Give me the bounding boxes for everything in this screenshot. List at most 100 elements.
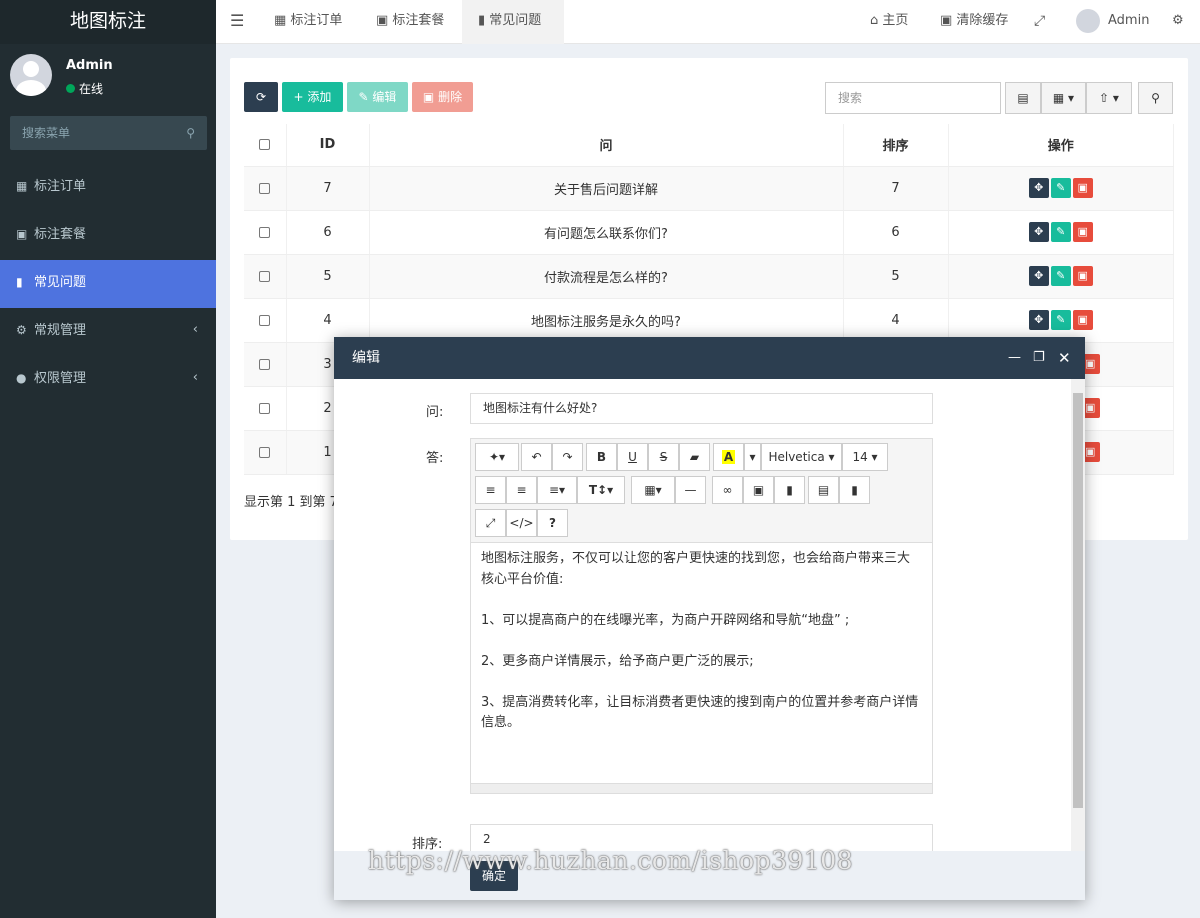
search-icon[interactable]: ⚲ [186, 116, 195, 150]
modal-scrollbar[interactable] [1071, 379, 1085, 851]
table-row[interactable]: 7 关于售后问题详解 7 ✥ ✎ ▣ [244, 166, 1174, 211]
bold-icon[interactable]: B [586, 443, 617, 471]
tab-faq[interactable]: ▮ 常见问题 [462, 0, 564, 44]
table-row[interactable]: 5 付款流程是怎么样的? 5 ✥ ✎ ▣ [244, 254, 1174, 299]
drag-icon[interactable]: ✥ [1028, 222, 1049, 242]
refresh-button[interactable]: ⟳ [244, 82, 278, 112]
row-checkbox-cell[interactable] [244, 166, 287, 211]
edit-icon[interactable]: ✎ [1050, 310, 1071, 330]
image-icon[interactable]: ▣ [743, 476, 774, 504]
drag-icon[interactable]: ✥ [1028, 310, 1049, 330]
sidebar-item-faq[interactable]: ▮ 常见问题 [0, 260, 216, 308]
row-checkbox-cell[interactable] [244, 254, 287, 299]
select-all-checkbox-cell[interactable] [244, 124, 287, 167]
search-button[interactable]: ⚲ [1138, 82, 1173, 114]
font-size-select[interactable]: 14 ▾ [842, 443, 888, 471]
link-icon[interactable]: ∞ [712, 476, 743, 504]
code-view-icon[interactable]: </> [506, 509, 537, 537]
export-button[interactable]: ⇧ ▾ [1086, 82, 1132, 114]
checkbox[interactable] [259, 139, 271, 151]
eraser-icon[interactable]: ▰ [679, 443, 710, 471]
toggle-view-button[interactable]: ▤ [1005, 82, 1041, 114]
sidebar-item-general[interactable]: ⚙ 常规管理 ‹ [0, 308, 216, 356]
col-sort[interactable]: 排序 [843, 124, 949, 167]
strikethrough-icon[interactable]: S [648, 443, 679, 471]
horizontal-rule-icon[interactable]: — [675, 476, 706, 504]
delete-button[interactable]: ▣ 删除 [412, 82, 473, 112]
drag-icon[interactable]: ✥ [1028, 266, 1049, 286]
checkbox[interactable] [259, 270, 271, 282]
edit-button[interactable]: ✎ 编辑 [347, 82, 408, 112]
row-checkbox-cell[interactable] [244, 430, 287, 475]
table-row[interactable]: 4 地图标注服务是永久的吗? 4 ✥ ✎ ▣ [244, 298, 1174, 343]
modal-header[interactable]: 编辑 — ❐ ✕ [334, 337, 1085, 379]
col-question[interactable]: 问 [369, 124, 844, 167]
align-icon[interactable]: ≡▾ [537, 476, 577, 504]
editor-resize-handle[interactable] [471, 783, 932, 793]
clear-cache-button[interactable]: ▣ 清除缓存 [940, 0, 1008, 44]
upload-image-icon[interactable]: ▤ [808, 476, 839, 504]
maximize-icon[interactable]: ❐ [1033, 337, 1045, 379]
row-checkbox-cell[interactable] [244, 386, 287, 431]
sidebar-item-orders[interactable]: ▦ 标注订单 [0, 164, 216, 212]
trash-icon[interactable]: ▣ [1072, 266, 1093, 286]
checkbox[interactable] [259, 182, 271, 194]
row-checkbox-cell[interactable] [244, 298, 287, 343]
ordered-list-icon[interactable]: ≡ [506, 476, 537, 504]
scrollbar-thumb[interactable] [1073, 393, 1083, 808]
checkbox[interactable] [259, 402, 271, 414]
question-input[interactable]: 地图标注有什么好处? [470, 393, 933, 424]
home-icon: ⌂ [870, 13, 883, 28]
font-color-icon[interactable]: A [713, 443, 744, 471]
redo-icon[interactable]: ↷ [552, 443, 583, 471]
table-icon[interactable]: ▦▾ [631, 476, 675, 504]
columns-button[interactable]: ▦ ▾ [1041, 82, 1086, 114]
undo-icon[interactable]: ↶ [521, 443, 552, 471]
minimize-icon[interactable]: — [1008, 337, 1021, 379]
app-logo[interactable]: 地图标注 [0, 0, 216, 44]
menu-search-input[interactable]: 搜索菜单 ⚲ [10, 116, 207, 150]
checkbox[interactable] [259, 358, 271, 370]
help-icon[interactable]: ? [537, 509, 568, 537]
sidebar-item-packages[interactable]: ▣ 标注套餐 [0, 212, 216, 260]
tab-packages[interactable]: ▣ 标注套餐 [364, 0, 456, 44]
menu-toggle-icon[interactable]: ☰ [230, 0, 244, 44]
table-search-input[interactable]: 搜索 [825, 82, 1001, 114]
drag-icon[interactable]: ✥ [1028, 178, 1049, 198]
edit-icon[interactable]: ✎ [1050, 222, 1071, 242]
unordered-list-icon[interactable]: ≡ [475, 476, 506, 504]
cell-sort: 5 [843, 254, 949, 299]
edit-label: 编辑 [372, 90, 397, 104]
magic-icon[interactable]: ✦▾ [475, 443, 519, 471]
col-id[interactable]: ID [286, 124, 370, 167]
checkbox[interactable] [259, 446, 271, 458]
checkbox[interactable] [259, 314, 271, 326]
fullscreen-icon[interactable]: ⤢ [475, 509, 506, 537]
row-checkbox-cell[interactable] [244, 210, 287, 255]
sidebar-item-permissions[interactable]: ● 权限管理 ‹ [0, 356, 216, 404]
close-icon[interactable]: ✕ [1058, 337, 1071, 379]
edit-icon[interactable]: ✎ [1050, 178, 1071, 198]
edit-icon[interactable]: ✎ [1050, 266, 1071, 286]
video-icon[interactable]: ▮ [774, 476, 805, 504]
checkbox[interactable] [259, 226, 271, 238]
underline-icon[interactable]: U [617, 443, 648, 471]
editor-content[interactable]: 地图标注服务，不仅可以让您的客户更快速的找到您，也会给商户带来三大核心平台价值:… [481, 549, 921, 734]
tab-orders[interactable]: ▦ 标注订单 [262, 0, 354, 44]
chevron-down-icon[interactable]: ▾ [744, 443, 761, 471]
table-row[interactable]: 6 有问题怎么联系你们? 6 ✥ ✎ ▣ [244, 210, 1174, 255]
font-family-select[interactable]: Helvetica ▾ [761, 443, 842, 471]
rich-text-editor[interactable]: ✦▾ ↶ ↷ B U S ▰ A ▾ Helvetica ▾ 14 ▾ ≡ ≡ … [470, 438, 933, 794]
trash-icon[interactable]: ▣ [1072, 222, 1093, 242]
add-button[interactable]: + 添加 [282, 82, 343, 112]
content-paragraph: 地图标注服务，不仅可以让您的客户更快速的找到您，也会给商户带来三大核心平台价值: [481, 551, 911, 587]
cogs-icon[interactable]: ⚙ [1172, 0, 1184, 44]
home-link[interactable]: ⌂ 主页 [870, 0, 908, 44]
fullscreen-icon[interactable]: ⤢ [1034, 0, 1045, 44]
line-height-icon[interactable]: T↕▾ [577, 476, 625, 504]
row-checkbox-cell[interactable] [244, 342, 287, 387]
trash-icon[interactable]: ▣ [1072, 310, 1093, 330]
trash-icon[interactable]: ▣ [1072, 178, 1093, 198]
file-icon[interactable]: ▮ [839, 476, 870, 504]
admin-menu[interactable]: Admin [1076, 0, 1149, 44]
